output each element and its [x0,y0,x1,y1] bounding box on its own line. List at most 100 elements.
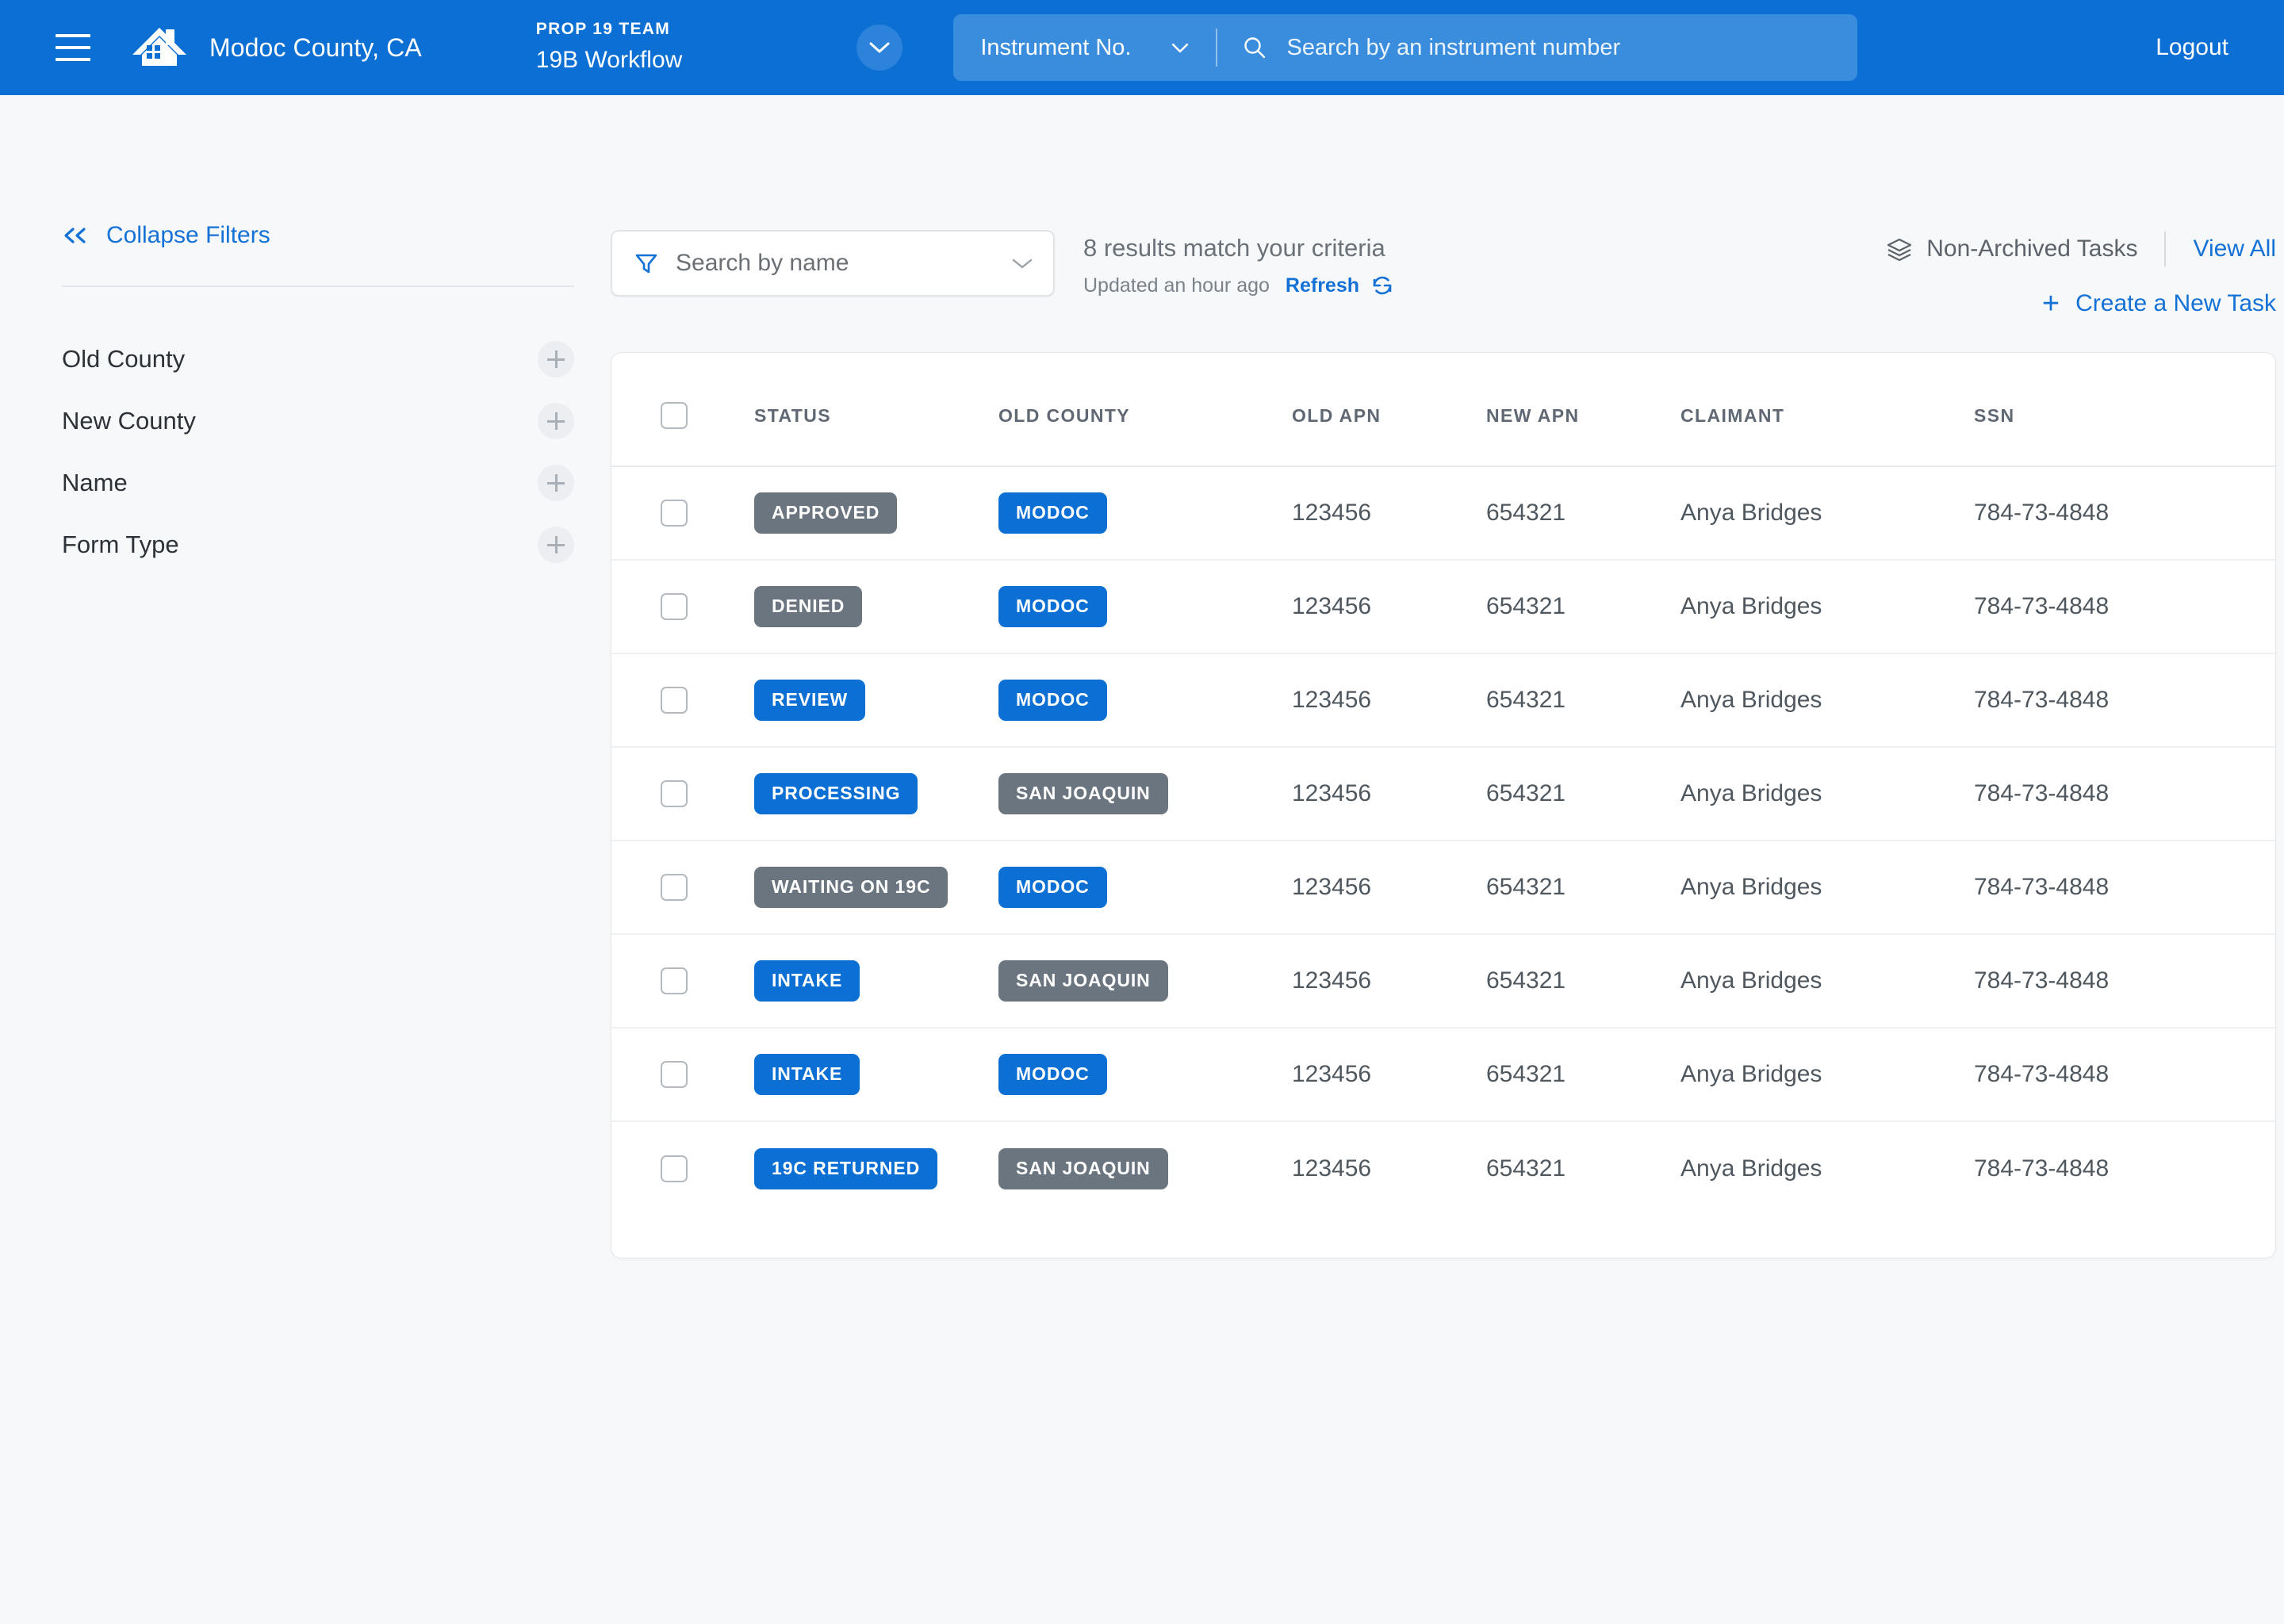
row-select-cell [611,1028,705,1122]
table-row[interactable]: REVIEW MODOC 123456 654321 Anya Bridges 784-7… [611,653,2275,748]
row-checkbox[interactable] [661,593,688,620]
old-apn-cell: 123456 [1292,747,1486,841]
select-all-header [611,353,705,467]
status-badge: 19C RETURNED [754,1147,938,1189]
plus-icon[interactable] [538,465,574,501]
row-checkbox[interactable] [661,1155,688,1182]
logout-button[interactable]: Logout [2144,26,2240,69]
plus-icon[interactable] [538,527,574,563]
claimant-text: Anya Bridges [1680,1155,1822,1182]
table-header-row: STATUS OLD COUNTY OLD APN NEW APN CLAIMA… [611,353,2275,467]
refresh-icon[interactable] [1370,274,1394,297]
double-chevron-left-icon [62,226,89,245]
app-header: Modoc County, CA PROP 19 TEAM 19B Workfl… [0,0,2284,95]
sidebar-filter-old-county[interactable]: Old County [62,328,574,390]
table-row[interactable]: APPROVED MODOC 123456 654321 Anya Bridges 784… [611,466,2275,561]
sidebar-filter-form-type[interactable]: Form Type [62,514,574,576]
column-header-old-county[interactable]: OLD COUNTY [998,353,1292,467]
results-summary: 8 results match your criteria Updated an… [1083,230,1394,297]
plus-icon[interactable] [538,403,574,439]
county-badge: MODOC [998,680,1107,721]
county-name: Modoc County, CA [209,33,422,62]
main-content: 8 results match your criteria Updated an… [603,95,2284,1258]
old-county-cell: SAN JOAQUIN [998,934,1292,1028]
table-row[interactable]: WAITING ON 19C MODOC 123456 654321 Anya Brid… [611,841,2275,935]
table-row[interactable]: INTAKE SAN JOAQUIN 123456 654321 Anya Bridge… [611,934,2275,1028]
county-badge: MODOC [998,867,1107,908]
county-badge: MODOC [998,492,1107,534]
sidebar-filter-name[interactable]: Name [62,452,574,514]
new-apn-text: 654321 [1486,874,1566,900]
search-icon [1243,36,1267,59]
row-checkbox[interactable] [661,1061,688,1088]
old-apn-text: 123456 [1292,500,1372,526]
chevron-down-icon[interactable] [1012,258,1033,270]
instrument-type-select[interactable]: Instrument No. [953,14,1215,81]
instrument-search-wrap [1217,14,1858,81]
table-row[interactable]: 19C RETURNED SAN JOAQUIN 123456 654321 Anya … [611,1121,2275,1215]
county-badge: SAN JOAQUIN [998,773,1168,814]
sidebar-divider [62,285,574,287]
row-checkbox[interactable] [661,874,688,901]
row-checkbox[interactable] [661,500,688,527]
name-search-field[interactable] [611,230,1055,297]
view-all-link[interactable]: View All [2193,236,2276,262]
new-apn-text: 654321 [1486,687,1566,713]
ssn-text: 784-73-4848 [1974,967,2110,994]
refresh-button[interactable]: Refresh [1286,274,1359,297]
ssn-cell: 784-73-4848 [1974,653,2275,748]
old-apn-cell: 123456 [1292,934,1486,1028]
table-row[interactable]: INTAKE MODOC 123456 654321 Anya Bridges 784-7… [611,1028,2275,1122]
sidebar-filter-new-county[interactable]: New County [62,390,574,452]
team-workflow-block[interactable]: PROP 19 TEAM 19B Workflow [536,18,683,77]
status-badge: PROCESSING [754,773,918,814]
new-apn-text: 654321 [1486,1155,1566,1182]
select-all-checkbox[interactable] [661,402,688,429]
table-row[interactable]: DENIED MODOC 123456 654321 Anya Bridges 784-7… [611,560,2275,654]
ssn-cell: 784-73-4848 [1974,934,2275,1028]
filters-sidebar: Collapse Filters Old County New County N… [0,95,603,576]
chevron-down-icon [1171,43,1189,53]
instrument-search-input[interactable] [1286,14,1858,81]
claimant-cell: Anya Bridges [1680,1028,1974,1122]
row-checkbox[interactable] [661,687,688,714]
create-task-label: Create a New Task [2075,290,2276,316]
collapse-filters-button[interactable]: Collapse Filters [62,222,270,249]
tasks-toolbar: 8 results match your criteria Updated an… [611,230,2276,319]
archived-view-row: Non-Archived Tasks View All [1887,232,2276,266]
column-header-old-apn[interactable]: OLD APN [1292,353,1486,467]
create-task-button[interactable]: + Create a New Task [2042,289,2276,319]
column-header-new-apn[interactable]: NEW APN [1486,353,1680,467]
claimant-cell: Anya Bridges [1680,1121,1974,1215]
ssn-cell: 784-73-4848 [1974,560,2275,654]
status-cell: WAITING ON 19C [705,841,998,935]
row-select-cell [611,934,705,1028]
ssn-text: 784-73-4848 [1974,1155,2110,1182]
archived-filter-label[interactable]: Non-Archived Tasks [1926,236,2137,262]
column-header-ssn[interactable]: SSN [1974,353,2275,467]
table-row[interactable]: PROCESSING SAN JOAQUIN 123456 654321 Anya Br… [611,747,2275,841]
row-checkbox[interactable] [661,780,688,807]
hamburger-menu-icon[interactable] [56,34,90,61]
claimant-cell: Anya Bridges [1680,466,1974,561]
tasks-table-card: STATUS OLD COUNTY OLD APN NEW APN CLAIMA… [611,352,2276,1258]
instrument-select-label: Instrument No. [980,34,1132,60]
old-apn-text: 123456 [1292,874,1372,900]
old-apn-text: 123456 [1292,780,1372,806]
row-checkbox[interactable] [661,967,688,994]
collapse-filters-label: Collapse Filters [106,222,270,248]
county-badge: SAN JOAQUIN [998,960,1168,1002]
new-apn-cell: 654321 [1486,560,1680,654]
ssn-cell: 784-73-4848 [1974,1028,2275,1122]
team-chevron-down-icon[interactable] [856,25,903,71]
county-badge: MODOC [998,586,1107,627]
workflow-title: 19B Workflow [535,47,683,74]
name-search-input[interactable] [676,232,1012,295]
column-header-claimant[interactable]: CLAIMANT [1680,353,1974,467]
plus-icon[interactable] [538,341,574,377]
claimant-text: Anya Bridges [1680,1061,1822,1087]
ssn-text: 784-73-4848 [1974,1061,2110,1087]
claimant-text: Anya Bridges [1680,687,1822,713]
claimant-text: Anya Bridges [1680,780,1822,806]
column-header-status[interactable]: STATUS [705,353,998,467]
